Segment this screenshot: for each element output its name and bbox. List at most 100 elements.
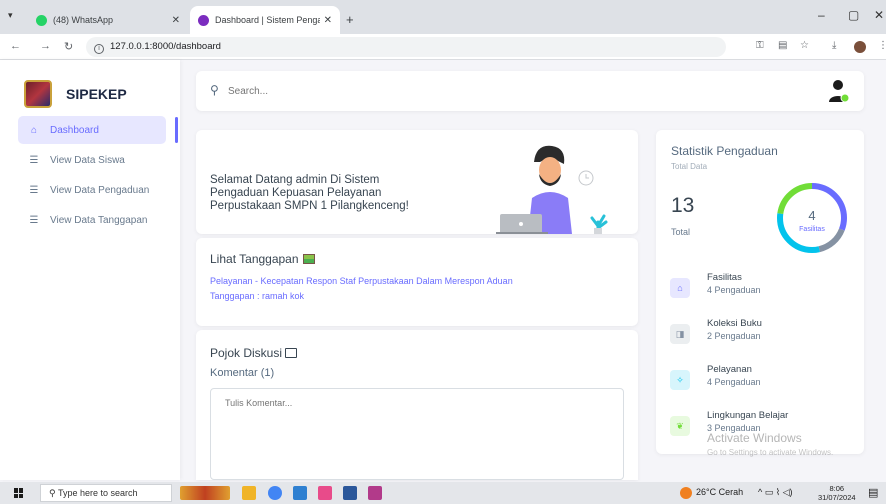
- activate-windows-hint: Go to Settings to activate Windows.: [707, 448, 834, 457]
- tab-whatsapp[interactable]: (48) WhatsApp ✕: [28, 6, 188, 34]
- key-icon[interactable]: ⚿: [756, 40, 764, 51]
- clock[interactable]: 8:06 31/07/2024: [818, 484, 856, 502]
- donut-value: 4: [808, 208, 815, 223]
- tab-dashboard[interactable]: Dashboard | Sistem Pengaduan ✕: [190, 6, 340, 34]
- total-label: Total: [671, 227, 691, 237]
- leaf-icon: ❦: [670, 416, 690, 436]
- tanggapan-title: Lihat Tanggapan: [210, 252, 315, 266]
- komentar-count: Komentar (1): [210, 367, 275, 379]
- back-icon[interactable]: ←: [10, 40, 21, 52]
- close-icon[interactable]: ✕: [172, 15, 180, 26]
- search-input[interactable]: [228, 82, 528, 100]
- statistik-list: ⌂ Fasilitas 4 Pengaduan ◨ Koleksi Buku 2…: [670, 272, 860, 456]
- item-count: 2 Pengaduan: [707, 331, 761, 341]
- weather-text[interactable]: 26°C Cerah: [696, 487, 743, 497]
- table-icon: ☰: [29, 214, 39, 226]
- sidebar-item-label: View Data Pengaduan: [50, 184, 150, 196]
- item-name: Lingkungan Belajar: [707, 410, 789, 421]
- search-icon: ⚲: [210, 83, 219, 97]
- komentar-textarea[interactable]: [210, 388, 624, 480]
- info-icon[interactable]: i: [94, 44, 104, 54]
- list-item: ⌂ Fasilitas 4 Pengaduan: [670, 272, 860, 318]
- sidebar-item-view-data-siswa[interactable]: ☰ View Data Siswa: [18, 146, 178, 174]
- news-widget-icon[interactable]: [180, 486, 230, 500]
- welcome-line: Pengaduan Kepuasan Pelayanan: [210, 187, 382, 199]
- home-icon: ⌂: [30, 124, 38, 136]
- url-text: 127.0.0.1:8000/dashboard: [110, 41, 221, 52]
- clock-time: 8:06: [829, 484, 845, 493]
- donut-svg: 4 Fasilitas: [777, 183, 847, 253]
- top-search-bar: ⚲: [196, 71, 864, 111]
- vscode-icon[interactable]: [293, 486, 307, 500]
- welcome-message: Selamat Datang admin Di Sistem Pengaduan…: [210, 174, 460, 213]
- brand[interactable]: SIPEKEP: [24, 80, 127, 108]
- item-name: Koleksi Buku: [707, 318, 762, 329]
- picture-icon: [302, 254, 315, 264]
- sidebar-item-view-data-tanggapan[interactable]: ☰ View Data Tanggapan: [18, 206, 178, 234]
- close-icon[interactable]: ✕: [324, 15, 332, 26]
- welcome-line: Selamat Datang admin Di Sistem: [210, 174, 380, 186]
- site-favicon-icon: [198, 14, 209, 26]
- browser-tab-bar: ▾ (48) WhatsApp ✕ Dashboard | Sistem Pen…: [0, 0, 886, 34]
- table-icon: ☰: [29, 154, 39, 166]
- chrome-icon[interactable]: [268, 486, 282, 500]
- sidebar-item-view-data-pengaduan[interactable]: ☰ View Data Pengaduan: [18, 176, 178, 204]
- brand-name: SIPEKEP: [66, 86, 127, 102]
- welcome-card: Selamat Datang admin Di Sistem Pengaduan…: [196, 130, 638, 234]
- translate-icon[interactable]: ▤: [778, 40, 787, 51]
- welcome-line: Perpustakaan SMPN 1 Pilangkenceng!: [210, 200, 409, 212]
- forward-icon[interactable]: →: [40, 40, 51, 52]
- whatsapp-icon: [36, 14, 47, 26]
- sidebar-item-label: Dashboard: [50, 124, 99, 136]
- book-icon: ◨: [670, 324, 690, 344]
- home-icon: ⌂: [670, 278, 690, 298]
- tanggapan-title-text: Lihat Tanggapan: [210, 252, 299, 266]
- address-bar: ← → ↻ i 127.0.0.1:8000/dashboard ⚿ ▤ ☆ ⤓ …: [0, 34, 886, 60]
- taskbar-search-input[interactable]: ⚲ Type here to search: [40, 484, 172, 502]
- download-icon[interactable]: ⤓: [832, 40, 836, 51]
- tab-search-icon[interactable]: ▾: [8, 10, 13, 21]
- statistik-subtitle: Total Data: [671, 162, 708, 171]
- table-icon: ☰: [29, 184, 39, 196]
- tray-icons[interactable]: ^ ▭ ⌇ ◁): [758, 487, 793, 498]
- star-icon[interactable]: ☆: [800, 40, 809, 51]
- taskbar-search-placeholder: Type here to search: [57, 488, 138, 498]
- url-input[interactable]: i 127.0.0.1:8000/dashboard: [86, 37, 726, 57]
- reload-icon[interactable]: ↻: [64, 40, 73, 53]
- maximize-icon[interactable]: ▢: [848, 8, 859, 22]
- word-icon[interactable]: [343, 486, 357, 500]
- minimize-icon[interactable]: –: [818, 8, 825, 22]
- app-icon[interactable]: [368, 486, 382, 500]
- statistik-card: Statistik Pengaduan Total Data 13 Total …: [656, 130, 864, 454]
- tanggapan-response: Tanggapan : ramah kok: [210, 291, 305, 301]
- sidebar-item-dashboard[interactable]: ⌂ Dashboard: [18, 116, 166, 144]
- chat-icon: [285, 348, 298, 358]
- windows-start-icon[interactable]: [14, 488, 24, 498]
- tab-title: Dashboard | Sistem Pengaduan: [215, 15, 320, 25]
- search-icon: ⚲: [49, 488, 56, 498]
- school-logo: [24, 80, 52, 108]
- sidebar-item-label: View Data Siswa: [50, 154, 125, 166]
- list-item: ◨ Koleksi Buku 2 Pengaduan: [670, 318, 860, 364]
- user-avatar-icon[interactable]: [828, 79, 850, 103]
- statistik-donut-chart: 4 Fasilitas: [774, 180, 850, 256]
- app-icon[interactable]: [318, 486, 332, 500]
- item-count: 4 Pengaduan: [707, 377, 761, 387]
- diskusi-title-text: Pojok Diskusi: [210, 346, 283, 360]
- profile-icon[interactable]: [854, 41, 866, 53]
- close-window-icon[interactable]: ✕: [874, 8, 884, 22]
- file-explorer-icon[interactable]: [242, 486, 256, 500]
- more-icon[interactable]: ⋮: [878, 40, 886, 51]
- active-indicator: [175, 117, 178, 143]
- statistik-title: Statistik Pengaduan: [671, 144, 778, 158]
- tanggapan-complaint-link[interactable]: Pelayanan - Kecepatan Respon Staf Perpus…: [210, 276, 513, 286]
- weather-icon[interactable]: [680, 487, 692, 499]
- new-tab-icon[interactable]: +: [346, 12, 354, 27]
- sidebar-item-label: View Data Tanggapan: [50, 214, 148, 226]
- notification-icon[interactable]: ▤: [868, 486, 878, 499]
- man-with-laptop-illustration: [496, 145, 608, 234]
- item-name: Pelayanan: [707, 364, 752, 375]
- item-name: Fasilitas: [707, 272, 742, 283]
- donut-label: Fasilitas: [799, 226, 825, 233]
- windows-taskbar: ⚲ Type here to search 26°C Cerah ^ ▭ ⌇ ◁…: [0, 482, 886, 504]
